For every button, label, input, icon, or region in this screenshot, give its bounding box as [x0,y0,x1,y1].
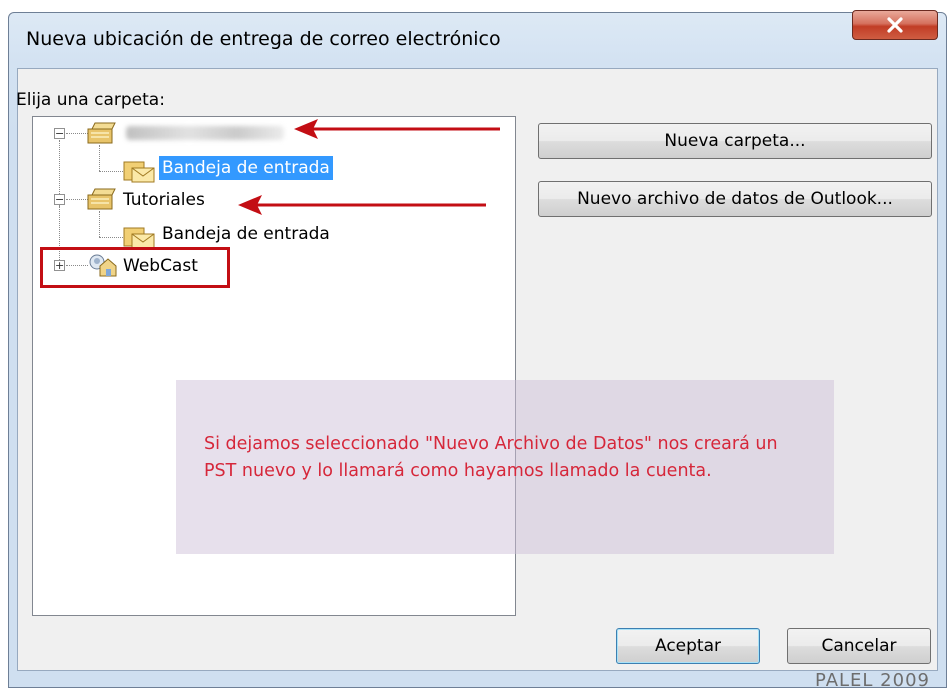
close-button[interactable] [852,10,938,40]
tree-connector [66,133,88,134]
tree-connector [99,237,123,238]
tree-connector [99,211,100,237]
dialog-title: Nueva ubicación de entrega de correo ele… [26,28,501,50]
collapse-toggle[interactable]: − [54,128,65,139]
red-arrow-icon [294,119,500,139]
pst-folder-icon [87,188,116,210]
tree-connector [99,171,123,172]
inbox-icon [123,161,155,183]
tree-node-inbox-2[interactable]: Bandeja de entrada [159,222,333,246]
tree-connector [66,199,88,200]
new-data-file-button[interactable]: Nuevo archivo de datos de Outlook... [538,181,932,217]
watermark: PALEL 2009 [815,670,930,691]
tree-node-tutoriales[interactable]: Tutoriales [120,188,208,212]
tree-connector [99,145,100,171]
close-icon [887,17,903,33]
cancel-button[interactable]: Cancelar [787,628,931,664]
red-arrow-icon [238,195,486,215]
new-folder-button[interactable]: Nueva carpeta... [538,123,932,159]
webcast-highlight-box [40,247,230,288]
ok-button[interactable]: Aceptar [616,628,760,664]
collapse-toggle[interactable]: − [54,194,65,205]
annotation-text: Si dejamos seleccionado "Nuevo Archivo d… [204,434,778,481]
redacted-account-name [126,126,284,140]
pst-folder-icon [87,122,116,144]
folder-prompt-label: Elija una carpeta: [16,90,165,110]
tree-node-inbox-1[interactable]: Bandeja de entrada [159,156,333,180]
